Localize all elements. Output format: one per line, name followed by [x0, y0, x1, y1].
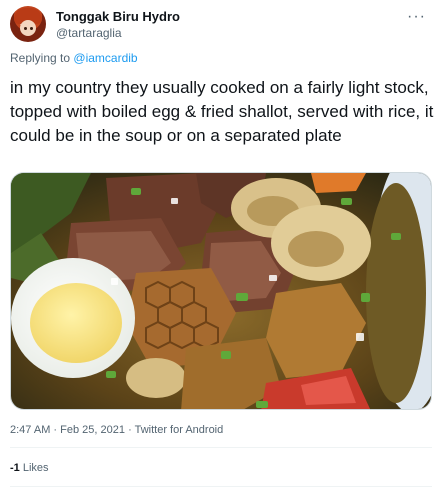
replying-to: Replying to @iamcardib: [10, 51, 138, 65]
likes-count: -1: [10, 462, 20, 474]
avatar-eye: [24, 27, 27, 30]
divider: [10, 447, 432, 448]
avatar-face: [20, 20, 36, 36]
meta-separator: ·: [53, 424, 58, 436]
tweet-text: in my country they usually cooked on a f…: [10, 78, 434, 145]
more-options-icon[interactable]: ···: [407, 8, 426, 26]
tweet-photo[interactable]: [10, 172, 432, 410]
replying-to-label: Replying to: [10, 51, 71, 65]
tweet-meta: 2:47 AM · Feb 25, 2021 · Twitter for And…: [10, 424, 223, 436]
divider: [10, 486, 432, 487]
author-names: Tonggak Biru Hydro @tartaraglia: [56, 9, 180, 41]
likes-label: Likes: [22, 462, 49, 474]
meta-separator: ·: [128, 424, 132, 436]
likes-stat[interactable]: -1 Likes: [10, 462, 49, 474]
tweet-time[interactable]: 2:47 AM: [10, 424, 50, 436]
reply-mention-link[interactable]: @iamcardib: [73, 51, 137, 65]
author-display-name[interactable]: Tonggak Biru Hydro: [56, 9, 180, 25]
author-handle[interactable]: @tartaraglia: [56, 25, 180, 41]
tweet-source[interactable]: Twitter for Android: [135, 424, 224, 436]
avatar-eye: [30, 27, 33, 30]
soup-photo: [11, 173, 431, 409]
tweet-header: Tonggak Biru Hydro @tartaraglia ···: [10, 6, 432, 42]
avatar[interactable]: [10, 6, 46, 42]
tweet-date[interactable]: Feb 25, 2021: [60, 424, 125, 436]
